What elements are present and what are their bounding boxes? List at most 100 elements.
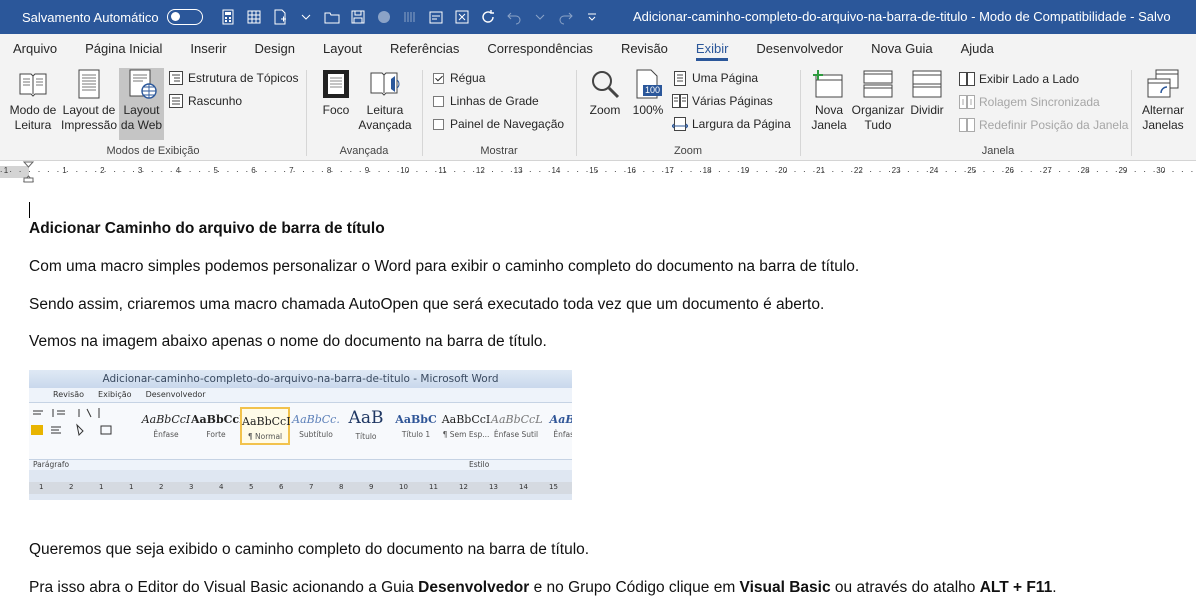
page-width-button[interactable]: Largura da Página: [672, 114, 791, 134]
horizontal-ruler[interactable]: 1 1 2 3 4 5 6 7 8 9 10 11 12 13 14 15 16 17 18 19 20 21 22 23 24…: [0, 161, 1196, 183]
one-page-button[interactable]: Uma Página: [672, 68, 758, 88]
group-separator: [800, 70, 801, 156]
tab-layout[interactable]: Layout: [309, 34, 376, 64]
ruler-number: 9: [364, 166, 370, 175]
paragraph-3: Vemos na imagem abaixo apenas o nome do …: [29, 333, 547, 350]
tab-nova-guia[interactable]: Nova Guia: [857, 34, 946, 64]
checkbox-checked-icon[interactable]: [433, 72, 444, 84]
ruler-number: 17: [664, 166, 674, 175]
navigation-pane-checkbox[interactable]: Painel de Navegação: [433, 114, 564, 134]
multiple-pages-button[interactable]: Várias Páginas: [672, 91, 773, 111]
multiple-pages-icon: [672, 93, 688, 109]
tab-pagina-inicial[interactable]: Página Inicial: [71, 34, 176, 64]
tab-referencias[interactable]: Referências: [376, 34, 473, 64]
tab-inserir[interactable]: Inserir: [176, 34, 240, 64]
save-icon[interactable]: [347, 6, 369, 28]
ruler-number: 16: [627, 166, 636, 175]
ruler-number: 8: [326, 166, 332, 175]
bold-shortcut: ALT + F11: [979, 579, 1053, 596]
ribbon-tabs: Arquivo Página Inicial Inserir Design La…: [0, 34, 1196, 64]
ruler-number: 5: [213, 166, 218, 175]
record-icon[interactable]: [373, 6, 395, 28]
group-label-show: Mostrar: [480, 145, 518, 157]
ruler-number: 29: [1118, 166, 1128, 175]
form-icon[interactable]: [425, 6, 447, 28]
new-window-button[interactable]: Nova Janela: [809, 68, 849, 133]
gridlines-checkbox[interactable]: Linhas de Grade: [433, 91, 539, 111]
draft-icon: [168, 93, 184, 109]
checkbox-icon[interactable]: [433, 118, 444, 130]
side-by-side-button[interactable]: Exibir Lado a Lado: [959, 69, 1079, 89]
ruler-number: 21: [816, 166, 825, 175]
paragraph-4: Queremos que seja exibido o caminho comp…: [29, 541, 590, 558]
autosave-toggle[interactable]: [166, 9, 203, 25]
outline-button[interactable]: Estrutura de Tópicos: [168, 68, 299, 88]
style-sample-selected: AaBbCcI ¶ Normal: [240, 407, 291, 445]
tab-ajuda[interactable]: Ajuda: [947, 34, 1008, 64]
ruler-number: 4: [175, 166, 181, 175]
close-box-icon[interactable]: [451, 6, 473, 28]
group-label-zoom: Zoom: [673, 145, 703, 157]
synchronous-scrolling-button[interactable]: Rolagem Sincronizada: [959, 92, 1100, 112]
group-separator: [576, 70, 577, 156]
split-button[interactable]: Dividir: [908, 68, 946, 118]
web-layout-button[interactable]: Layout da Web: [119, 68, 164, 140]
zoom-button[interactable]: Zoom: [585, 68, 625, 118]
zoom-100-button[interactable]: 100 100%: [628, 68, 668, 118]
spreadsheet-icon[interactable]: [243, 6, 265, 28]
columns-icon[interactable]: [399, 6, 421, 28]
embedded-tab: Exibição: [98, 390, 132, 399]
book-icon: [17, 68, 49, 100]
ruler-number: 11: [438, 166, 447, 175]
ruler-number: 19: [740, 166, 750, 175]
side-by-side-icon: [959, 71, 975, 87]
ruler-number: 3: [137, 166, 143, 175]
tab-design[interactable]: Design: [241, 34, 309, 64]
checkbox-icon[interactable]: [433, 95, 444, 107]
refresh-icon[interactable]: [477, 6, 499, 28]
tab-desenvolvedor[interactable]: Desenvolvedor: [742, 34, 857, 64]
embedded-screenshot-image[interactable]: Adicionar-caminho-completo-do-arquivo-na…: [29, 370, 572, 500]
tab-correspondencias[interactable]: Correspondências: [473, 34, 607, 64]
embedded-ruler-number: 1: [129, 483, 134, 491]
customize-toolbar-icon[interactable]: [581, 6, 603, 28]
switch-windows-button[interactable]: Alternar Janelas: [1136, 68, 1190, 133]
style-sample: AaBbCcI Ênfase: [141, 413, 191, 439]
read-mode-button[interactable]: Modo de Leitura: [6, 68, 60, 133]
immersive-reader-button[interactable]: Leitura Avançada: [356, 68, 414, 133]
tab-arquivo[interactable]: Arquivo: [0, 34, 71, 64]
ruler-checkbox[interactable]: Régua: [433, 68, 485, 88]
web-page-icon: [126, 68, 158, 100]
open-folder-icon[interactable]: [321, 6, 343, 28]
ruler-number: 13: [513, 166, 523, 175]
embedded-ribbon: AaBbCcI Ênfase AaBbCcI Forte AaBbCcI ¶ Norm…: [29, 402, 572, 460]
new-document-icon[interactable]: [269, 6, 291, 28]
print-layout-button[interactable]: Layout de Impressão: [61, 68, 117, 133]
undo-icon[interactable]: [503, 6, 525, 28]
style-sample: AaBbCcI ¶ Sem Esp...: [441, 413, 491, 439]
dropdown-caret-icon[interactable]: [529, 6, 551, 28]
ruler-number: 18: [702, 166, 712, 175]
sync-scroll-icon: [959, 94, 975, 110]
redo-icon[interactable]: [555, 6, 577, 28]
focus-button[interactable]: Foco: [318, 68, 354, 118]
page-width-icon: [672, 116, 688, 132]
ruler-number: 7: [289, 166, 294, 175]
ruler-number: 30: [1156, 166, 1166, 175]
bold-visual-basic: Visual Basic: [739, 579, 831, 596]
embedded-ruler-number: 2: [69, 483, 74, 491]
calculator-icon[interactable]: [217, 6, 239, 28]
text-cursor: [29, 202, 30, 218]
draft-button[interactable]: Rascunho: [168, 91, 242, 111]
group-label-window: Janela: [981, 145, 1015, 157]
embedded-ruler-number: 6: [279, 483, 284, 491]
embedded-tabs: Revisão Exibição Desenvolvedor: [29, 388, 572, 402]
dropdown-caret-icon[interactable]: [295, 6, 317, 28]
autosave-control[interactable]: Salvamento Automático: [22, 9, 203, 25]
document-heading: Adicionar Caminho do arquivo de barra de…: [29, 220, 385, 237]
tab-revisao[interactable]: Revisão: [607, 34, 682, 64]
reset-window-position-button[interactable]: Redefinir Posição da Janela: [959, 115, 1128, 135]
arrange-all-button[interactable]: Organizar Tudo: [850, 68, 906, 133]
tab-exibir[interactable]: Exibir: [682, 34, 743, 64]
ribbon: Modo de Leitura Layout de Impressão Layo…: [0, 64, 1196, 161]
